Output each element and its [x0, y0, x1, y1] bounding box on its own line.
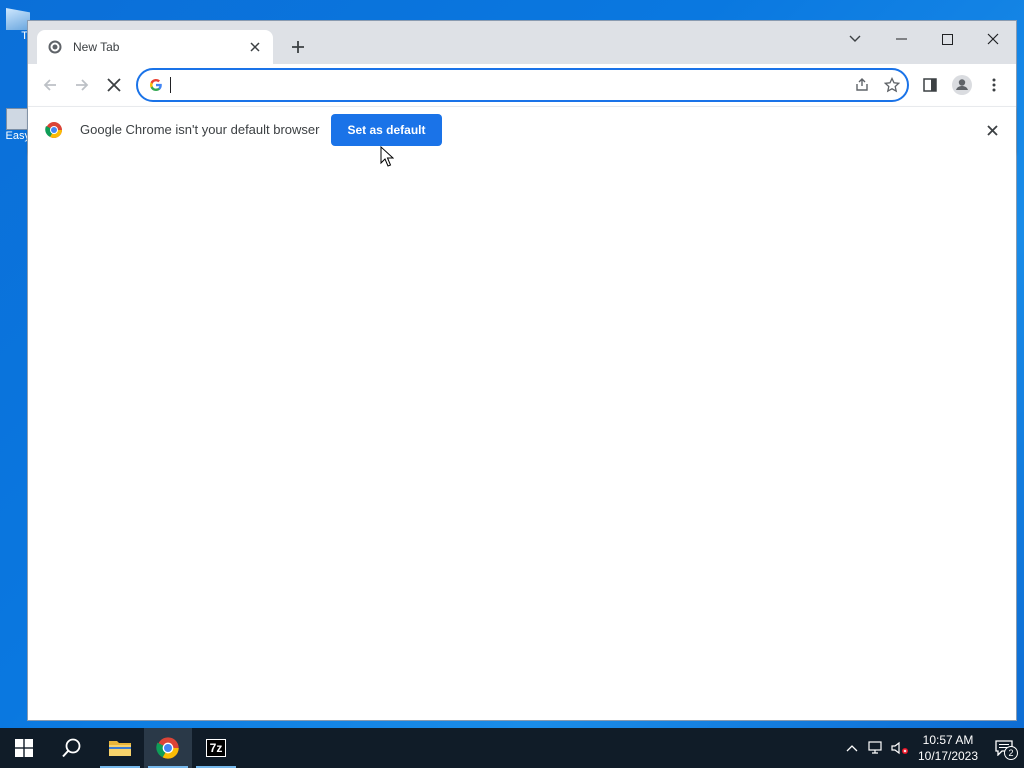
set-as-default-button[interactable]: Set as default: [331, 113, 442, 146]
browser-toolbar: [28, 64, 1016, 106]
clock[interactable]: 10:57 AM 10/17/2023: [912, 732, 984, 764]
show-hidden-icons-button[interactable]: [840, 728, 864, 768]
start-button[interactable]: [0, 728, 48, 768]
action-center-button[interactable]: 2: [984, 728, 1024, 768]
7zip-icon: 7z: [205, 739, 227, 757]
mouse-cursor-icon: [380, 146, 394, 167]
title-bar: New Tab: [28, 21, 1016, 64]
google-g-icon: [148, 77, 164, 93]
stop-loading-button[interactable]: [98, 69, 130, 101]
tab-new-tab[interactable]: New Tab: [37, 30, 273, 64]
chrome-taskbar-button[interactable]: [144, 728, 192, 768]
volume-muted-icon[interactable]: [888, 728, 912, 768]
maximize-button[interactable]: [924, 25, 970, 53]
default-browser-infobar: Google Chrome isn't your default browser…: [28, 106, 1016, 152]
chevron-up-icon: [846, 745, 858, 752]
tab-search-button[interactable]: [832, 25, 878, 53]
side-panel-button[interactable]: [914, 69, 946, 101]
more-menu-icon[interactable]: [978, 69, 1010, 101]
minimize-button[interactable]: [878, 25, 924, 53]
close-window-button[interactable]: [970, 25, 1016, 53]
search-button[interactable]: [48, 728, 96, 768]
system-tray: 10:57 AM 10/17/2023 2: [840, 728, 1024, 768]
notification-count-badge: 2: [1004, 746, 1018, 760]
tab-title: New Tab: [73, 40, 120, 54]
omnibox-input[interactable]: [171, 73, 847, 97]
network-icon[interactable]: [864, 728, 888, 768]
chrome-icon: [156, 737, 179, 759]
forward-button[interactable]: [66, 69, 98, 101]
bookmark-star-icon[interactable]: [877, 70, 907, 100]
loading-spinner-icon: [47, 39, 63, 55]
page-content: [28, 152, 1016, 720]
infobar-message: Google Chrome isn't your default browser: [80, 122, 320, 137]
address-bar[interactable]: [136, 68, 909, 102]
clock-date: 10/17/2023: [917, 749, 979, 763]
infobar-close-icon[interactable]: [982, 120, 1002, 140]
tab-close-icon[interactable]: [247, 39, 263, 55]
7zip-taskbar-button[interactable]: 7z: [192, 728, 240, 768]
windows-logo-icon: [15, 739, 33, 757]
new-tab-button[interactable]: [286, 35, 310, 59]
chrome-logo-icon: [45, 121, 63, 139]
back-button[interactable]: [34, 69, 66, 101]
share-icon[interactable]: [847, 70, 877, 100]
file-explorer-button[interactable]: [96, 728, 144, 768]
clock-time: 10:57 AM: [922, 733, 974, 747]
profile-avatar-button[interactable]: [946, 69, 978, 101]
search-icon: [62, 738, 81, 758]
folder-icon: [109, 741, 131, 756]
chrome-window: New Tab Google Chrome isn't your default…: [27, 20, 1017, 721]
taskbar: 7z 10:57 AM 10/17/2023 2: [0, 728, 1024, 768]
